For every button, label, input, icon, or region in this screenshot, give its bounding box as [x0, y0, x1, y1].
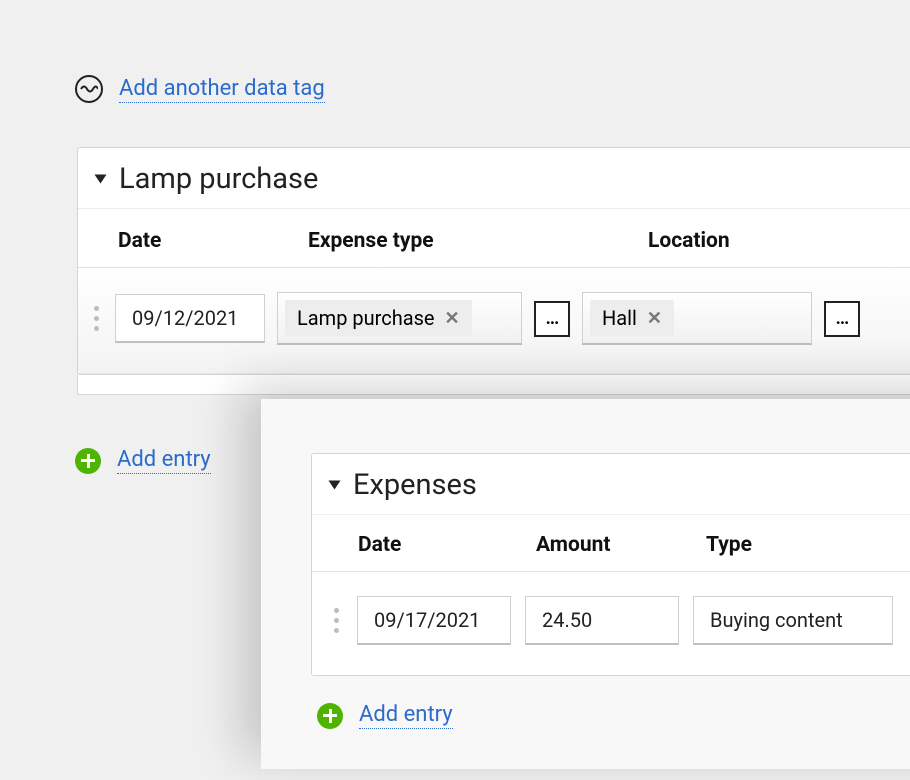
chip-label: Hall — [602, 306, 637, 330]
drag-handle-icon[interactable] — [90, 306, 103, 331]
type-input[interactable]: Buying content — [693, 596, 893, 645]
date-input[interactable]: 09/17/2021 — [357, 596, 511, 645]
col-header-type: Type — [706, 533, 906, 557]
table-header-row: Date Expense type Location — [78, 209, 910, 268]
col-header-date: Date — [358, 533, 536, 557]
col-header-location: Location — [648, 229, 878, 253]
chip-label: Lamp purchase — [297, 306, 435, 330]
location-chip: Hall ✕ — [590, 300, 674, 336]
caret-down-icon — [95, 175, 107, 184]
remove-chip-icon[interactable]: ✕ — [445, 308, 460, 329]
col-header-date: Date — [118, 229, 308, 253]
lamp-purchase-panel: Lamp purchase Date Expense type Location… — [77, 147, 910, 375]
add-entry-link[interactable]: Add entry — [117, 447, 211, 474]
panel-title: Lamp purchase — [119, 162, 318, 196]
location-field[interactable]: Hall ✕ — [582, 292, 812, 345]
add-data-tag-link[interactable]: Add another data tag — [119, 76, 325, 103]
caret-down-icon — [329, 481, 341, 490]
drag-handle-icon[interactable] — [330, 608, 343, 633]
plus-circle-icon[interactable] — [317, 703, 343, 729]
date-input[interactable]: 09/12/2021 — [115, 294, 265, 343]
table-row: 09/17/2021 24.50 Buying content — [312, 572, 910, 675]
panel-title: Expenses — [353, 468, 477, 502]
col-header-amount: Amount — [536, 533, 706, 557]
remove-chip-icon[interactable]: ✕ — [647, 308, 662, 329]
col-header-type: Expense type — [308, 229, 648, 253]
table-header-row: Date Amount Type — [312, 515, 910, 572]
expenses-panel: Expenses Date Amount Type 09/17/2021 24.… — [311, 453, 910, 676]
add-entry-link[interactable]: Add entry — [359, 702, 453, 729]
wave-circle-icon — [75, 75, 103, 103]
panel-footer-bar — [77, 375, 910, 395]
table-row: 09/12/2021 Lamp purchase ✕ ... Hall ✕ ..… — [78, 268, 910, 374]
expenses-overlay: Expenses Date Amount Type 09/17/2021 24.… — [261, 399, 910, 769]
wave-path-icon — [80, 84, 98, 94]
expense-type-field[interactable]: Lamp purchase ✕ — [277, 292, 522, 345]
more-options-button[interactable]: ... — [824, 301, 860, 337]
panel-header[interactable]: Expenses — [312, 454, 910, 515]
expense-type-chip: Lamp purchase ✕ — [285, 300, 472, 336]
more-options-button[interactable]: ... — [534, 301, 570, 337]
plus-circle-icon[interactable] — [75, 448, 101, 474]
amount-input[interactable]: 24.50 — [525, 596, 679, 645]
panel-header[interactable]: Lamp purchase — [78, 148, 910, 209]
